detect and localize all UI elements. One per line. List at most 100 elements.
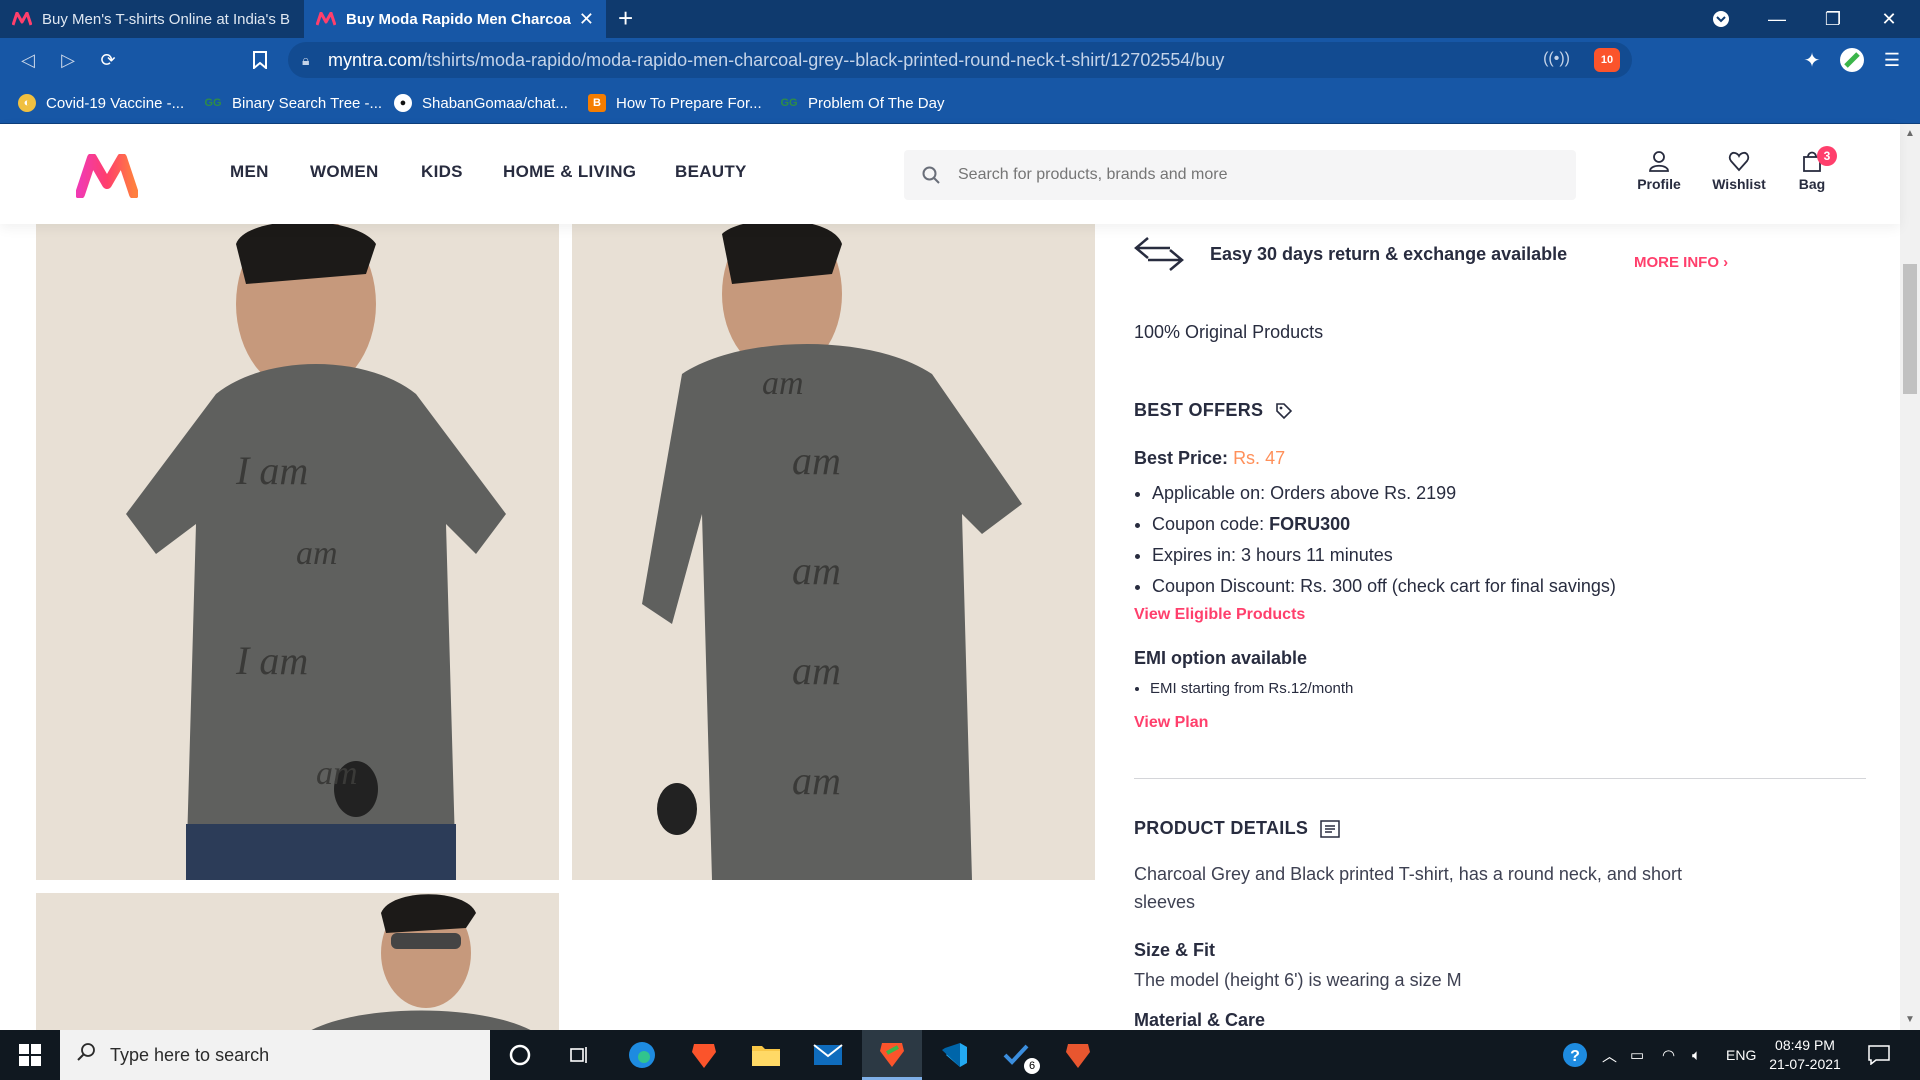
extensions-icon[interactable]: ✦ xyxy=(1796,44,1828,76)
browser-toolbar: ◁ ▷ ⟳ 🔒︎ myntra.com/tshirts/moda-rapido/… xyxy=(0,38,1920,82)
brave-nightly-icon[interactable] xyxy=(1048,1030,1108,1080)
bag-button[interactable]: Bag 3 xyxy=(1777,146,1847,192)
search-icon xyxy=(76,1042,96,1068)
nav-men[interactable]: MEN xyxy=(230,162,269,182)
windows-start-icon[interactable] xyxy=(0,1030,60,1080)
scroll-up-icon[interactable]: ▲ xyxy=(1905,128,1915,139)
bookmark-item[interactable]: ◐ Covid-19 Vaccine -... xyxy=(18,82,184,124)
bookmark-label: How To Prepare For... xyxy=(616,94,762,112)
product-image[interactable]: I am am I am am xyxy=(36,224,559,880)
broadcast-icon[interactable]: ((•)) xyxy=(1543,50,1570,68)
close-tab-icon[interactable]: ✕ xyxy=(579,9,594,30)
search-input[interactable] xyxy=(958,166,1538,184)
bookmark-item[interactable]: B How To Prepare For... xyxy=(588,82,762,124)
task-view-icon[interactable] xyxy=(550,1030,610,1080)
bookmark-label: ShabanGomaa/chat... xyxy=(422,94,568,112)
tab-search-icon[interactable] xyxy=(1696,0,1746,38)
emi-title: EMI option available xyxy=(1134,648,1308,668)
view-plan-link[interactable]: View Plan xyxy=(1134,714,1208,732)
profile-button[interactable]: Profile xyxy=(1624,150,1694,192)
bookmark-icon[interactable] xyxy=(244,44,276,76)
bookmark-label: Problem Of The Day xyxy=(808,94,945,112)
restore-icon[interactable]: ❐ xyxy=(1808,0,1858,38)
taskbar-search[interactable]: Type here to search xyxy=(60,1030,490,1080)
myntra-logo[interactable] xyxy=(76,154,138,198)
volume-icon[interactable]: 🔈︎ xyxy=(1692,1030,1701,1080)
edge-icon[interactable] xyxy=(612,1030,672,1080)
new-tab-button[interactable]: + xyxy=(618,4,633,32)
svg-text:?: ? xyxy=(1570,1048,1580,1065)
browser-tab-bar: Buy Men's T-shirts Online at India's Be … xyxy=(0,0,1920,38)
scrollbar-thumb[interactable] xyxy=(1903,264,1917,394)
offer-details: Applicable on: Orders above Rs. 2199 Cou… xyxy=(1150,478,1616,602)
emi-details: EMI starting from Rs.12/month xyxy=(1150,680,1353,697)
best-offers-title: BEST OFFERS xyxy=(1134,400,1264,420)
menu-icon[interactable]: ☰ xyxy=(1876,44,1908,76)
brave-browser-icon[interactable] xyxy=(674,1030,734,1080)
more-info-link[interactable]: MORE INFO › xyxy=(1634,254,1728,271)
wishlist-button[interactable]: Wishlist xyxy=(1704,150,1774,192)
best-price-value: Rs. 47 xyxy=(1233,448,1286,468)
language-indicator[interactable]: ENG xyxy=(1726,1030,1756,1080)
nav-home-living[interactable]: HOME & LIVING xyxy=(503,162,636,182)
nav-kids[interactable]: KIDS xyxy=(421,162,463,182)
close-window-icon[interactable]: ✕ xyxy=(1864,0,1914,38)
clock-date: 21-07-2021 xyxy=(1769,1056,1841,1072)
brave-browser-active-icon[interactable] xyxy=(862,1030,922,1080)
brave-shield-icon[interactable]: 10 xyxy=(1594,48,1620,72)
help-icon[interactable]: ? xyxy=(1562,1030,1588,1080)
myntra-favicon-icon xyxy=(316,12,336,26)
best-price-label: Best Price: xyxy=(1134,448,1229,468)
back-icon[interactable]: ◁ xyxy=(12,44,44,76)
nav-beauty[interactable]: BEAUTY xyxy=(675,162,747,182)
bookmark-item[interactable]: ● ShabanGomaa/chat... xyxy=(394,82,568,124)
show-hidden-icons-icon[interactable]: ︿ xyxy=(1602,1030,1617,1080)
size-fit-text: The model (height 6') is wearing a size … xyxy=(1134,970,1462,990)
product-image[interactable]: am am am am am xyxy=(572,224,1095,880)
bookmark-item[interactable]: GG Problem Of The Day xyxy=(780,82,944,124)
svg-text:am: am xyxy=(792,438,841,483)
product-page: I am am I am am am am am am am Easy 30 d… xyxy=(0,224,1900,1030)
vscode-icon[interactable] xyxy=(924,1030,984,1080)
details-list-icon xyxy=(1320,819,1340,838)
reload-icon[interactable]: ⟳ xyxy=(92,44,124,76)
bookmark-label: Covid-19 Vaccine -... xyxy=(46,94,185,112)
site-search xyxy=(904,150,1576,200)
return-text: Easy 30 days return & exchange available xyxy=(1210,243,1568,264)
vaccine-icon: ◐ xyxy=(18,94,36,112)
best-offers-heading: BEST OFFERS xyxy=(1134,400,1293,421)
product-details-heading: PRODUCT DETAILS xyxy=(1134,818,1340,839)
product-image[interactable] xyxy=(36,893,559,1030)
forward-icon[interactable]: ▷ xyxy=(52,44,84,76)
bookmark-item[interactable]: GG Binary Search Tree -... xyxy=(204,82,382,124)
search-icon[interactable] xyxy=(904,166,958,184)
clock[interactable]: 08:49 PM 21-07-2021 xyxy=(1762,1036,1848,1074)
cortana-icon[interactable] xyxy=(490,1030,550,1080)
browser-tab-active[interactable]: Buy Moda Rapido Men Charcoal G ✕ xyxy=(304,0,606,38)
svg-text:I am: I am xyxy=(235,638,308,683)
view-eligible-products-link[interactable]: View Eligible Products xyxy=(1134,606,1305,624)
svg-text:am: am xyxy=(296,535,338,572)
mail-icon[interactable] xyxy=(798,1030,858,1080)
url-host: myntra.com xyxy=(328,49,423,70)
lock-icon: 🔒︎ xyxy=(302,51,310,68)
battery-icon[interactable]: ▭ xyxy=(1630,1030,1644,1080)
address-bar[interactable]: 🔒︎ myntra.com/tshirts/moda-rapido/moda-r… xyxy=(288,42,1632,78)
wifi-icon[interactable]: ◠ xyxy=(1662,1030,1675,1080)
url-path: /tshirts/moda-rapido/moda-rapido-men-cha… xyxy=(422,49,1225,70)
svg-text:am: am xyxy=(792,758,841,803)
product-details-title: PRODUCT DETAILS xyxy=(1134,818,1309,838)
page-scrollbar[interactable]: ▲ ▼ xyxy=(1900,124,1920,1030)
original-products: 100% Original Products xyxy=(1134,322,1324,342)
minimize-icon[interactable]: — xyxy=(1752,0,1802,38)
profile-avatar-icon[interactable] xyxy=(1836,44,1868,76)
scroll-down-icon[interactable]: ▼ xyxy=(1905,1014,1915,1025)
bookmarks-bar: ◐ Covid-19 Vaccine -... GG Binary Search… xyxy=(0,82,1920,124)
offer-line: Expires in: 3 hours 11 minutes xyxy=(1152,540,1616,571)
file-explorer-icon[interactable] xyxy=(736,1030,796,1080)
browser-tab[interactable]: Buy Men's T-shirts Online at India's Be xyxy=(0,0,302,38)
nav-women[interactable]: WOMEN xyxy=(310,162,379,182)
notifications-icon[interactable] xyxy=(1868,1030,1890,1080)
todo-icon[interactable]: 6 xyxy=(986,1030,1046,1080)
gfg-icon: GG xyxy=(780,97,798,109)
